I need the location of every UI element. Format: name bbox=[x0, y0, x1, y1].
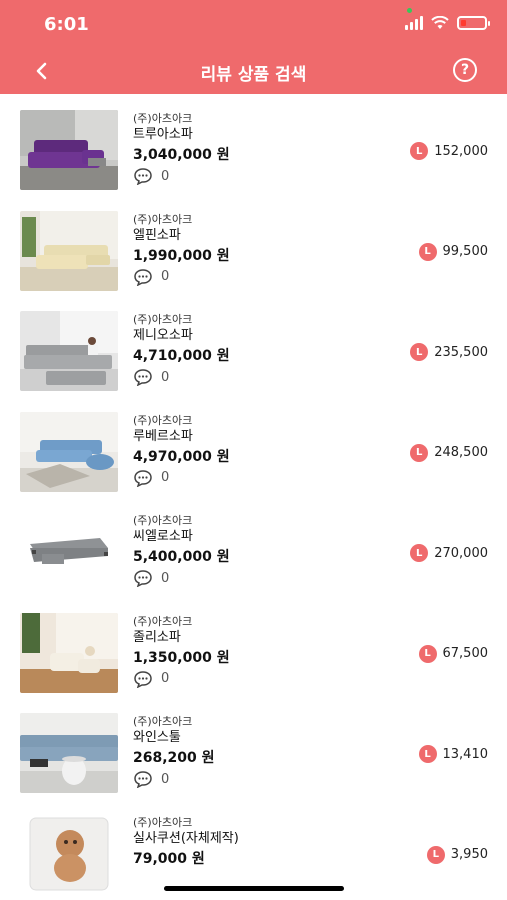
cellular-signal-icon bbox=[405, 16, 423, 30]
points-badge-icon: L bbox=[418, 745, 437, 763]
points-value: 99,500 bbox=[442, 244, 489, 259]
product-brand: (주)아츠아크 bbox=[133, 413, 193, 427]
points-value: 248,500 bbox=[434, 445, 488, 460]
points-value: 3,950 bbox=[450, 847, 488, 862]
status-icons bbox=[405, 16, 490, 30]
review-count-value: 0 bbox=[161, 470, 170, 485]
product-brand: (주)아츠아크 bbox=[133, 212, 193, 226]
points-value: 67,500 bbox=[442, 646, 489, 661]
product-list: (주)아츠아크 트루아소파 3,040,000 원 0 L 152,000 (주… bbox=[0, 94, 507, 898]
points-badge-icon: L bbox=[410, 343, 429, 361]
product-brand: (주)아츠아크 bbox=[133, 313, 193, 326]
review-count: 0 bbox=[133, 167, 230, 185]
product-thumbnail bbox=[20, 110, 118, 190]
product-price: 4,970,000 원 bbox=[133, 448, 230, 465]
review-count-value: 0 bbox=[161, 671, 170, 686]
product-thumbnail bbox=[20, 612, 118, 693]
review-count: 0 bbox=[133, 368, 230, 386]
question-mark-icon: ? bbox=[460, 62, 470, 78]
help-button[interactable]: ? bbox=[453, 58, 477, 82]
review-count-value: 0 bbox=[161, 369, 170, 385]
comment-icon bbox=[134, 670, 152, 688]
points-value: 152,000 bbox=[434, 143, 488, 159]
app-header: 6:01 리뷰 상품 검색 ? bbox=[0, 0, 507, 94]
points-badge-icon: L bbox=[426, 845, 445, 864]
product-thumbnail bbox=[20, 210, 118, 291]
product-price: 5,400,000 원 bbox=[133, 549, 230, 565]
product-brand: (주)아츠아크 bbox=[133, 514, 193, 527]
points-badge-icon: L bbox=[410, 142, 429, 160]
points-reward: L 270,000 bbox=[410, 544, 488, 562]
points-reward: L 248,500 bbox=[410, 443, 488, 462]
product-thumbnail bbox=[20, 311, 118, 391]
review-count-value: 0 bbox=[161, 168, 170, 184]
points-reward: L 67,500 bbox=[418, 644, 489, 663]
review-count: 0 bbox=[133, 670, 230, 688]
points-badge-icon: L bbox=[410, 443, 429, 462]
points-reward: L 13,410 bbox=[418, 745, 489, 763]
review-count: 0 bbox=[133, 469, 230, 487]
product-price: 1,350,000 원 bbox=[133, 649, 230, 666]
review-count: 0 bbox=[133, 770, 215, 788]
points-badge-icon: L bbox=[418, 644, 437, 663]
home-indicator[interactable] bbox=[164, 886, 344, 891]
review-count: 0 bbox=[133, 569, 230, 587]
review-count-value: 0 bbox=[161, 570, 170, 586]
product-thumbnail bbox=[20, 813, 118, 894]
review-count-value: 0 bbox=[161, 771, 170, 787]
product-thumbnail bbox=[20, 411, 118, 492]
points-value: 270,000 bbox=[434, 545, 488, 561]
comment-icon bbox=[134, 771, 152, 788]
comment-icon bbox=[134, 469, 152, 487]
points-value: 235,500 bbox=[434, 344, 488, 360]
list-item[interactable]: (주)아츠아크 실사쿠션(자체제작) 79,000 원 L 3,950 bbox=[0, 798, 507, 899]
list-item[interactable]: (주)아츠아크 와인스툴 268,200 원 0 L 13,410 bbox=[0, 697, 507, 798]
product-brand: (주)아츠아크 bbox=[133, 715, 193, 728]
product-name: 와인스툴 bbox=[133, 730, 181, 745]
product-name: 엘핀소파 bbox=[133, 227, 181, 243]
points-badge-icon: L bbox=[418, 242, 437, 261]
comment-icon bbox=[134, 369, 152, 386]
list-item[interactable]: (주)아츠아크 씨엘로소파 5,400,000 원 0 L 270,000 bbox=[0, 496, 507, 597]
list-item[interactable]: (주)아츠아크 트루아소파 3,040,000 원 0 L 152,000 bbox=[0, 94, 507, 195]
page-title: 리뷰 상품 검색 bbox=[200, 65, 307, 85]
status-time: 6:01 bbox=[44, 14, 89, 35]
product-name: 루베르소파 bbox=[133, 428, 193, 444]
product-price: 268,200 원 bbox=[133, 750, 215, 766]
points-reward: L 3,950 bbox=[426, 845, 488, 864]
product-brand: (주)아츠아크 bbox=[133, 815, 193, 829]
comment-icon bbox=[134, 570, 152, 587]
points-reward: L 235,500 bbox=[410, 343, 488, 361]
points-badge-icon: L bbox=[410, 544, 429, 562]
privacy-indicator bbox=[407, 8, 412, 13]
product-brand: (주)아츠아크 bbox=[133, 614, 193, 628]
product-thumbnail bbox=[20, 713, 118, 793]
product-name: 씨엘로소파 bbox=[133, 529, 193, 544]
product-price: 79,000 원 bbox=[133, 850, 205, 867]
list-item[interactable]: (주)아츠아크 엘핀소파 1,990,000 원 0 L 99,500 bbox=[0, 195, 507, 296]
list-item[interactable]: (주)아츠아크 루베르소파 4,970,000 원 0 L 248,500 bbox=[0, 396, 507, 497]
wifi-icon bbox=[431, 16, 449, 29]
product-thumbnail bbox=[20, 512, 118, 592]
product-price: 4,710,000 원 bbox=[133, 348, 230, 364]
points-reward: L 99,500 bbox=[418, 242, 489, 261]
product-name: 제니오소파 bbox=[133, 328, 193, 343]
product-price: 3,040,000 원 bbox=[133, 147, 230, 163]
review-count-value: 0 bbox=[161, 269, 170, 284]
comment-icon bbox=[134, 268, 152, 286]
product-price: 1,990,000 원 bbox=[133, 247, 230, 264]
comment-icon bbox=[134, 168, 152, 185]
list-item[interactable]: (주)아츠아크 제니오소파 4,710,000 원 0 L 235,500 bbox=[0, 295, 507, 396]
product-name: 실사쿠션(자체제작) bbox=[133, 830, 239, 846]
points-value: 13,410 bbox=[442, 746, 489, 762]
battery-icon bbox=[457, 16, 490, 30]
review-count: 0 bbox=[133, 268, 230, 286]
product-name: 트루아소파 bbox=[133, 127, 193, 142]
points-reward: L 152,000 bbox=[410, 142, 488, 160]
product-brand: (주)아츠아크 bbox=[133, 112, 193, 125]
product-name: 졸리소파 bbox=[133, 629, 181, 645]
list-item[interactable]: (주)아츠아크 졸리소파 1,350,000 원 0 L 67,500 bbox=[0, 597, 507, 698]
